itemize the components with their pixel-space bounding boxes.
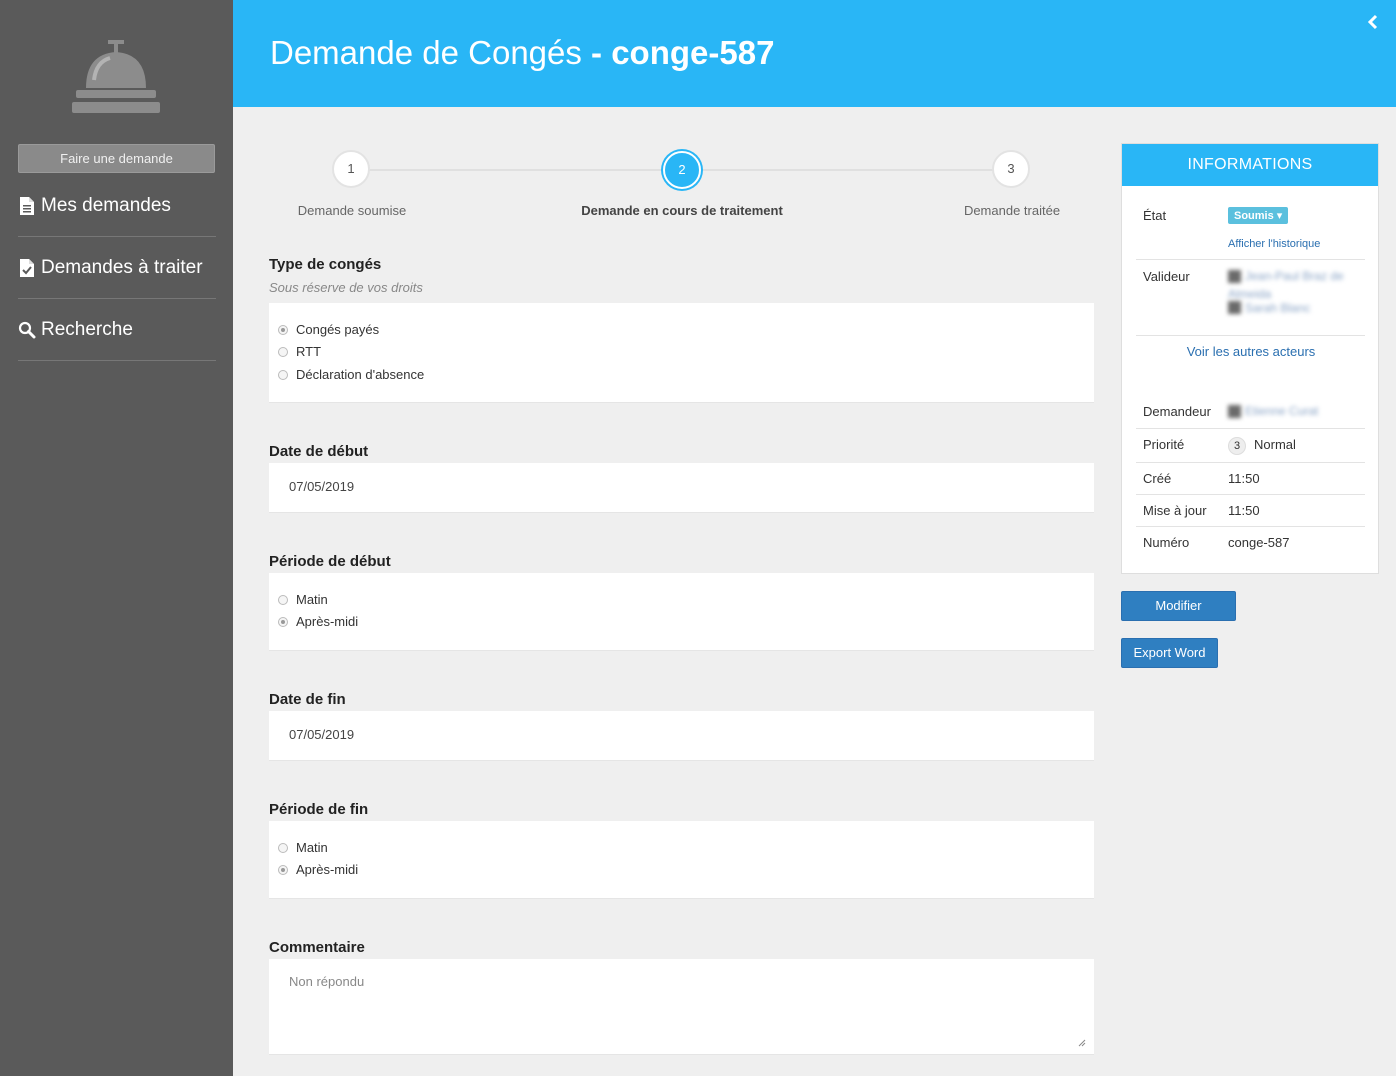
end-period-label: Période de fin — [269, 801, 369, 818]
validator-1-cont: Almeida — [1228, 287, 1271, 301]
radio-checked-icon — [278, 616, 288, 627]
info-key: Demandeur — [1143, 404, 1211, 419]
divider — [1136, 494, 1365, 495]
nav-my-requests[interactable]: Mes demandes — [18, 175, 216, 237]
validator-name: Sarah Blanc — [1245, 300, 1311, 315]
validator-1[interactable]: Jean-Paul Braz de — [1228, 269, 1344, 283]
radio-unchecked-icon — [278, 369, 288, 380]
radio-checked-icon — [278, 324, 288, 335]
radio-unchecked-icon — [278, 346, 288, 357]
page-title: Demande de Congés - conge-587 — [270, 34, 774, 72]
validator-2[interactable]: Sarah Blanc — [1228, 301, 1310, 315]
divider — [1136, 259, 1365, 260]
modify-button[interactable]: Modifier — [1121, 591, 1236, 621]
radio-declaration-absence[interactable]: Déclaration d'absence — [278, 367, 424, 382]
validator-name: Almeida — [1228, 286, 1272, 301]
radio-end-apres-midi[interactable]: Après-midi — [278, 862, 358, 877]
export-word-button[interactable]: Export Word — [1121, 638, 1218, 668]
requester-name[interactable]: Etienne Curat — [1228, 404, 1318, 418]
new-request-button[interactable]: Faire une demande — [18, 144, 215, 173]
start-date-label: Date de début — [269, 443, 369, 460]
radio-end-matin[interactable]: Matin — [278, 840, 328, 855]
other-actors-link[interactable]: Voir les autres acteurs — [1122, 344, 1380, 359]
step-3-label: Demande traitée — [963, 203, 1061, 218]
leave-type-label: Type de congés — [269, 256, 382, 273]
divider — [1136, 335, 1365, 336]
info-key: Créé — [1143, 471, 1172, 486]
radio-label: Matin — [296, 592, 328, 607]
title-separator: - — [581, 34, 612, 71]
radio-label: Après-midi — [296, 862, 359, 877]
priority-value: Normal — [1254, 437, 1296, 452]
info-key: Mise à jour — [1143, 503, 1207, 518]
radio-label: Après-midi — [296, 614, 359, 629]
info-key: Priorité — [1143, 437, 1185, 452]
radio-label: RTT — [296, 344, 322, 359]
start-date-field[interactable] — [269, 463, 1094, 513]
step-1-circle: 1 — [332, 150, 370, 188]
page-header: Demande de Congés - conge-587 — [233, 0, 1396, 107]
divider — [1136, 526, 1365, 527]
validator-name: Jean-Paul Braz de — [1245, 269, 1344, 283]
radio-conges-payes[interactable]: Congés payés — [278, 322, 379, 337]
history-link[interactable]: Afficher l'historique — [1228, 238, 1320, 250]
radio-start-apres-midi[interactable]: Après-midi — [278, 614, 358, 629]
info-value: conge-587 — [1228, 535, 1290, 550]
radio-label: Matin — [296, 840, 328, 855]
nav-label: Demandes à traiter — [41, 256, 203, 278]
info-value: 11:50 — [1228, 503, 1260, 518]
info-key: État — [1143, 208, 1167, 223]
end-date-field[interactable] — [269, 711, 1094, 761]
sidebar: Faire une demande Mes demandes Demandes … — [0, 0, 233, 1076]
nav-requests-to-process[interactable]: Demandes à traiter — [18, 237, 216, 299]
status-badge[interactable]: Soumis ▾ — [1228, 207, 1289, 224]
document-check-icon — [20, 258, 34, 277]
radio-unchecked-icon — [278, 594, 288, 605]
end-date-value: 07/05/2019 — [289, 727, 355, 742]
step-3-circle: 3 — [992, 150, 1030, 188]
info-panel-title: INFORMATIONS — [1122, 144, 1378, 186]
radio-checked-icon — [278, 864, 288, 875]
avatar — [1228, 301, 1241, 314]
comment-placeholder: Non répondu — [289, 974, 365, 989]
requester-text: Etienne Curat — [1245, 404, 1319, 418]
start-date-value: 07/05/2019 — [289, 479, 355, 494]
comment-textarea[interactable] — [269, 959, 1094, 1055]
document-icon — [20, 196, 34, 215]
nav-search[interactable]: Recherche — [18, 299, 216, 361]
leave-type-hint: Sous réserve de vos droits — [269, 280, 423, 295]
info-key: Numéro — [1143, 535, 1190, 550]
info-panel: INFORMATIONS État Soumis ▾ Afficher l'hi… — [1121, 143, 1379, 574]
leave-type-box — [269, 303, 1094, 403]
title-text: Demande de Congés — [270, 34, 582, 71]
step-1-label: Demande soumise — [297, 203, 407, 218]
radio-rtt[interactable]: RTT — [278, 344, 321, 359]
avatar — [1228, 269, 1241, 283]
end-date-label: Date de fin — [269, 691, 346, 708]
radio-label: Déclaration d'absence — [296, 367, 425, 382]
chevron-left-icon[interactable] — [1366, 14, 1380, 30]
start-period-box — [269, 573, 1094, 651]
nav-label: Mes demandes — [41, 194, 171, 216]
divider — [1136, 462, 1365, 463]
radio-label: Congés payés — [296, 322, 380, 337]
search-icon — [18, 321, 36, 338]
start-period-label: Période de début — [269, 553, 391, 570]
title-request-number: conge-587 — [611, 34, 775, 71]
radio-unchecked-icon — [278, 842, 288, 853]
priority-level: 3 — [1228, 437, 1246, 455]
resize-handle-icon[interactable] — [1076, 1037, 1086, 1047]
comment-label: Commentaire — [269, 939, 365, 956]
divider — [1136, 428, 1365, 429]
step-2-circle: 2 — [663, 151, 701, 189]
info-row-validator: Valideur Jean-Paul Braz de Almeida Sarah… — [1136, 269, 1365, 329]
avatar — [1228, 404, 1241, 418]
radio-start-matin[interactable]: Matin — [278, 592, 328, 607]
service-bell-icon — [72, 40, 160, 113]
nav-label: Recherche — [41, 318, 133, 340]
info-key: Valideur — [1143, 269, 1190, 284]
step-2-label: Demande en cours de traitement — [581, 203, 783, 218]
end-period-box — [269, 821, 1094, 899]
info-value: 11:50 — [1228, 471, 1260, 486]
